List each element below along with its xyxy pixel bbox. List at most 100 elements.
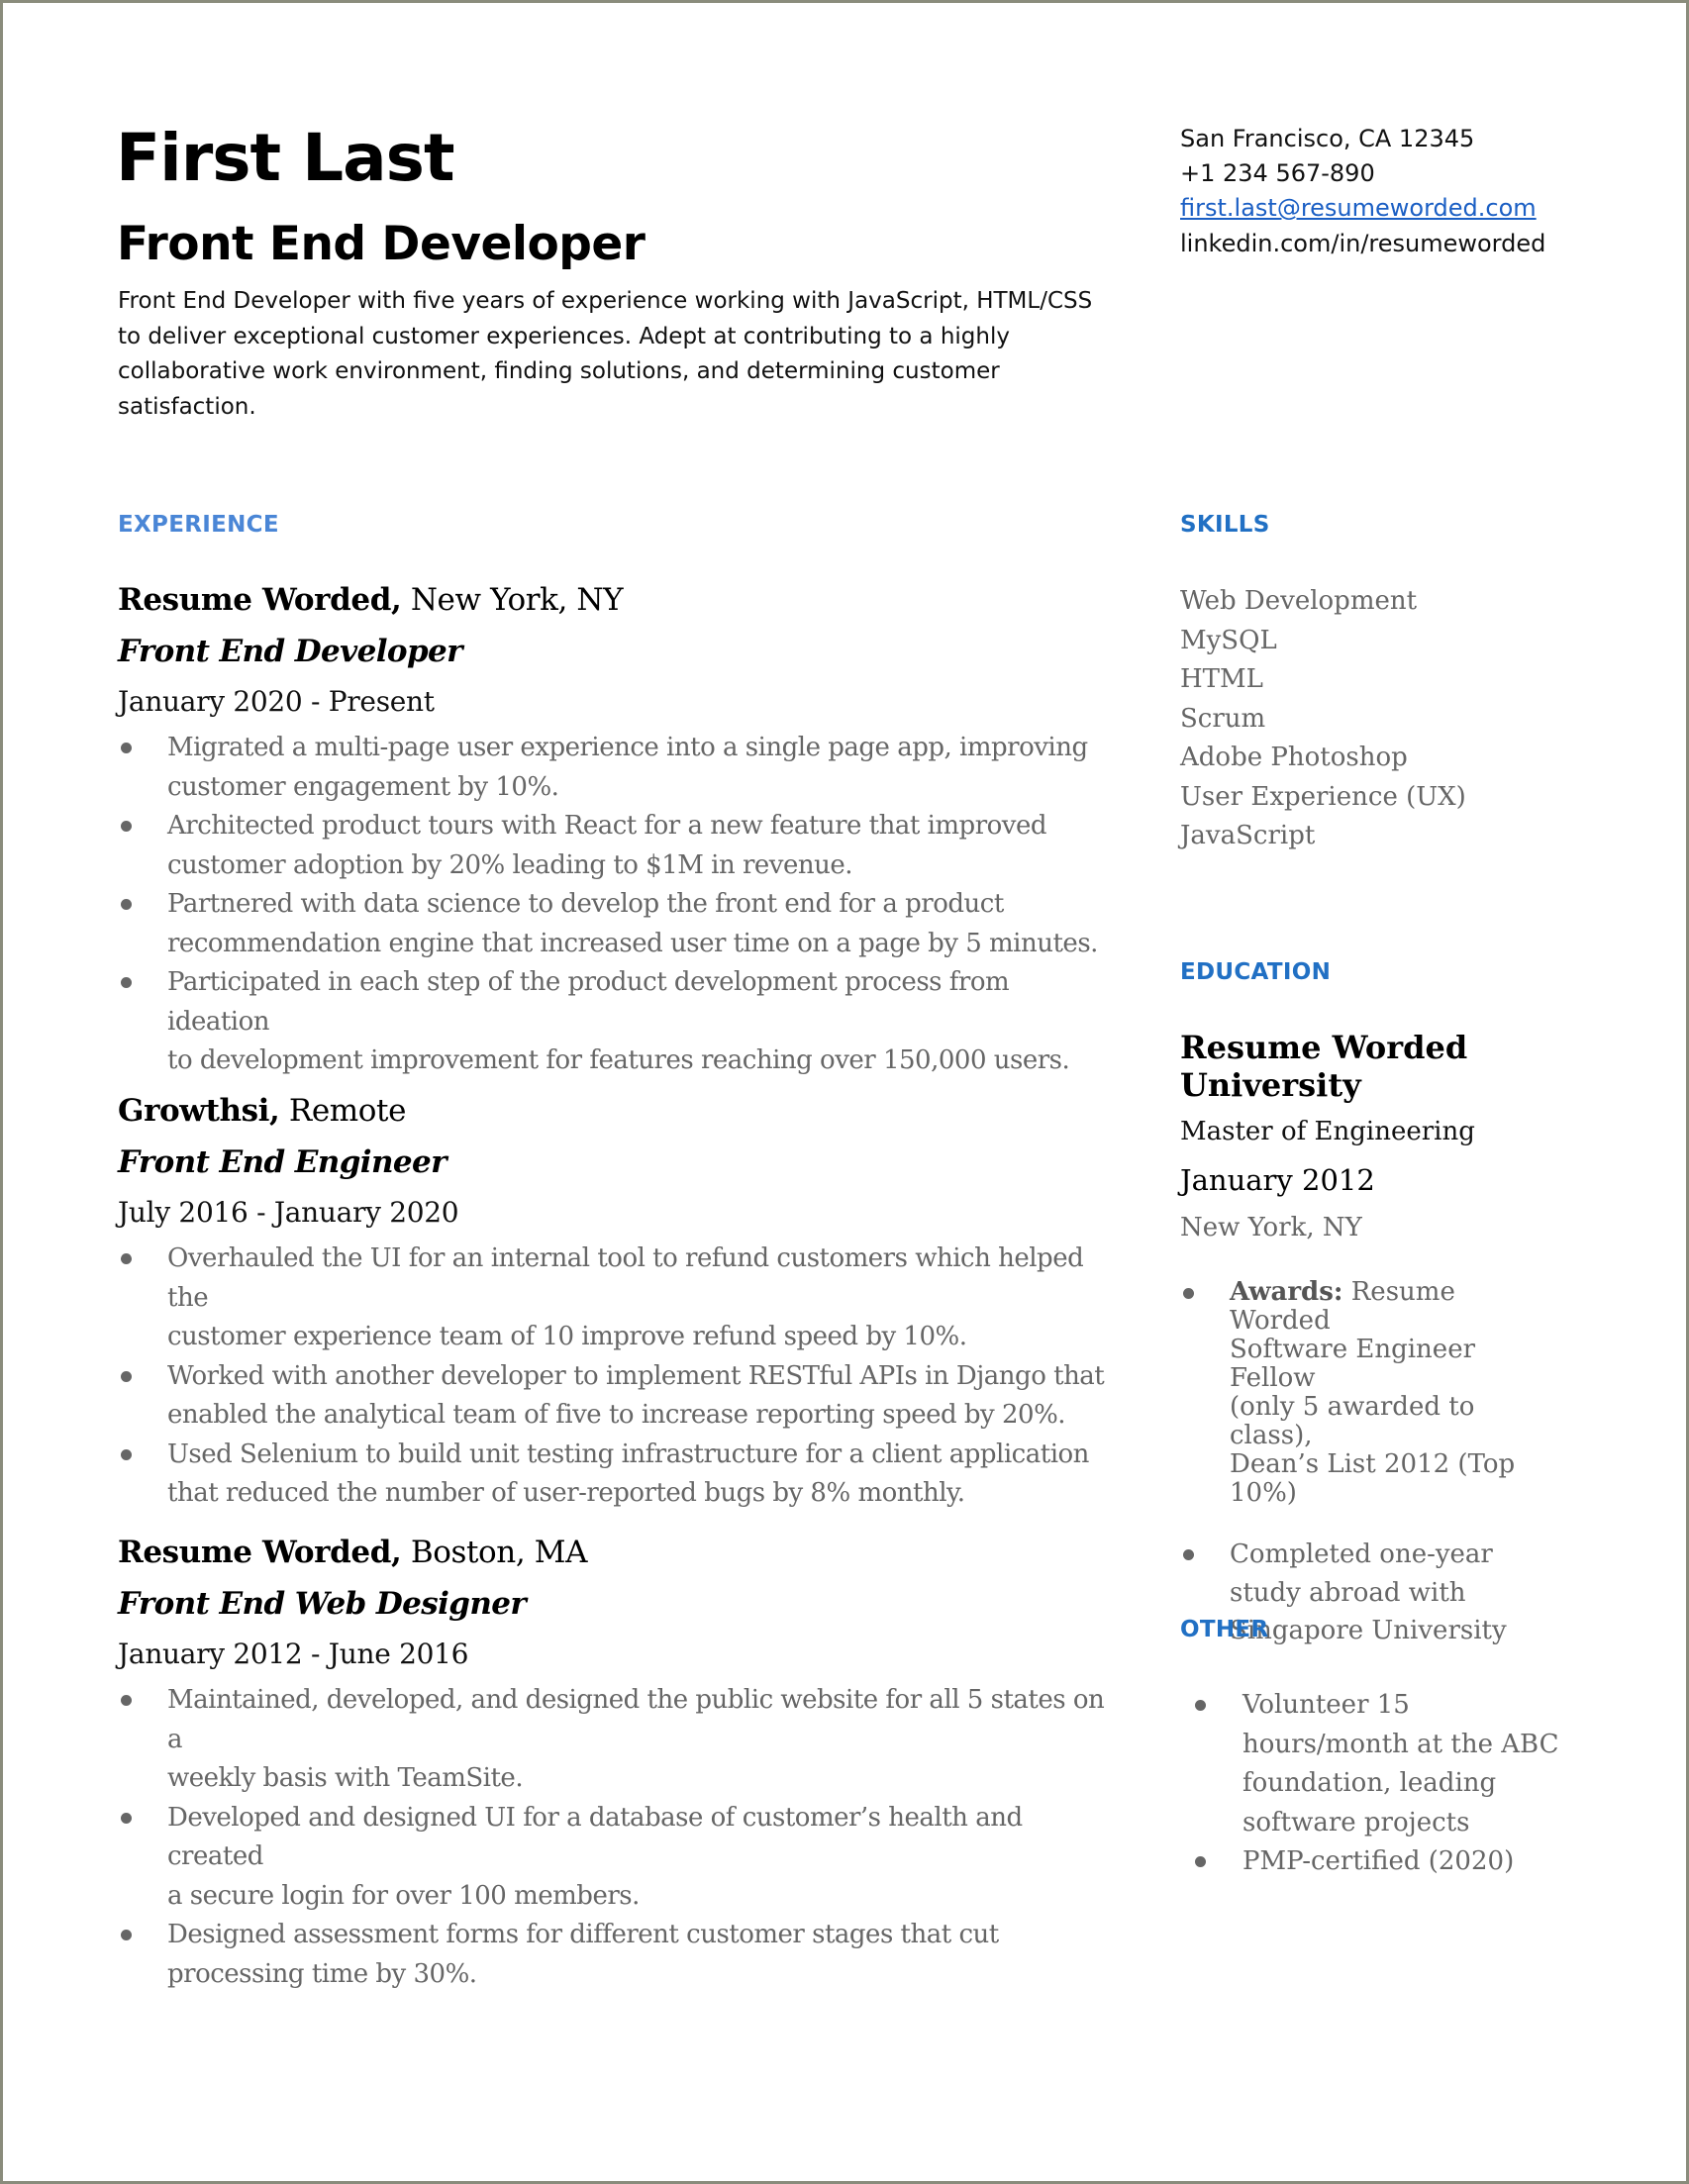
bullet-line: customer engagement by 10%.	[167, 771, 559, 802]
job-bullet: Designed assessment forms for different …	[118, 1916, 1108, 1994]
bullet-icon	[121, 1930, 132, 1940]
job-company-line: Growthsi, Remote	[118, 1093, 1108, 1144]
job-entry: Resume Worded, Boston, MA Front End Web D…	[118, 1535, 1108, 1994]
skill-item: MySQL	[1180, 625, 1277, 655]
bullet-icon	[121, 1812, 132, 1824]
bullet-icon	[121, 1695, 132, 1706]
bullet-line: study abroad with	[1230, 1574, 1556, 1613]
skills-list: Web Development MySQL HTML Scrum Adobe Photo…	[1180, 582, 1466, 856]
job-company: Resume Worded,	[118, 582, 402, 618]
bullet-text: (only 5 awarded to class),	[1230, 1392, 1475, 1450]
job-entry: Growthsi, Remote Front End Engineer July 2…	[118, 1093, 1108, 1514]
bullet-line: Maintained, developed, and designed the …	[167, 1685, 1105, 1754]
bullet-line: Software Engineer Fellow	[1230, 1336, 1556, 1393]
job-bullet: Migrated a multi-page user experience in…	[118, 729, 1108, 807]
bullet-icon	[121, 743, 132, 753]
other-bullet: Volunteer 15 hours/month at the ABC founda…	[1193, 1686, 1569, 1842]
job-dates: January 2012 - June 2016	[118, 1638, 469, 1670]
summary-line: Front End Developer with five years of e…	[118, 288, 1093, 314]
job-location: Boston, MA	[401, 1535, 588, 1570]
candidate-name: First Last	[116, 120, 454, 196]
job-bullet: Participated in each step of the product…	[118, 963, 1108, 1081]
job-dates: July 2016 - January 2020	[118, 1196, 459, 1229]
education-date: January 2012	[1180, 1163, 1375, 1197]
other-bullets: Volunteer 15 hours/month at the ABC founda…	[1193, 1686, 1569, 1882]
bullet-line: Dean’s List 2012 (Top	[1230, 1450, 1556, 1479]
bullet-line: foundation, leading	[1242, 1768, 1497, 1798]
bullet-label: Awards:	[1230, 1277, 1343, 1307]
job-bullet: Maintained, developed, and designed the …	[118, 1681, 1108, 1799]
education-heading: EDUCATION	[1180, 959, 1332, 985]
job-bullet: Overhauled the UI for an internal tool t…	[118, 1240, 1108, 1357]
job-company: Resume Worded,	[118, 1535, 402, 1570]
job-location: Remote	[279, 1093, 407, 1129]
summary-line: to deliver exceptional customer experien…	[118, 323, 1010, 349]
bullet-icon	[1195, 1700, 1206, 1711]
job-company-line: Resume Worded, Boston, MA	[118, 1535, 1108, 1586]
contact-block: San Francisco, CA 12345 +1 234 567-890 f…	[1180, 122, 1545, 261]
job-bullet: Architected product tours with React for…	[118, 807, 1108, 885]
contact-email-link[interactable]: first.last@resumeworded.com	[1180, 194, 1537, 222]
bullet-text: 10%)	[1230, 1478, 1297, 1508]
summary-line: collaborative work environment, finding …	[118, 358, 1000, 384]
job-bullets: Migrated a multi-page user experience in…	[118, 729, 1108, 1081]
bullet-line: software projects	[1242, 1807, 1470, 1837]
job-company-line: Resume Worded, New York, NY	[118, 582, 1108, 634]
other-bullet: PMP-certified (2020)	[1193, 1842, 1569, 1882]
bullet-icon	[121, 821, 132, 832]
bullet-line: Overhauled the UI for an internal tool t…	[167, 1243, 1084, 1313]
job-bullet: Developed and designed UI for a database…	[118, 1799, 1108, 1917]
job-role: Front End Developer	[118, 634, 462, 669]
bullet-line: to development improvement for features …	[167, 1045, 1070, 1075]
bullet-line: Singapore University	[1230, 1612, 1556, 1650]
bullet-text: Singapore University	[1230, 1616, 1507, 1645]
skill-item: Scrum	[1180, 703, 1266, 734]
education-degree: Master of Engineering	[1180, 1117, 1475, 1146]
bullet-line: Developed and designed UI for a database…	[167, 1802, 1023, 1872]
job-dates: January 2020 - Present	[118, 685, 435, 718]
bullet-line: Architected product tours with React for…	[167, 811, 1047, 841]
bullet-icon	[1195, 1856, 1206, 1867]
skill-item: Web Development	[1180, 586, 1418, 616]
job-location: New York, NY	[401, 582, 624, 618]
bullet-line: Migrated a multi-page user experience in…	[167, 733, 1088, 762]
bullet-line: that reduced the number of user-reported…	[167, 1478, 965, 1508]
summary: Front End Developer with five years of e…	[118, 284, 1108, 425]
bullet-line: (only 5 awarded to class),	[1230, 1393, 1556, 1450]
job-bullet: Worked with another developer to impleme…	[118, 1357, 1108, 1436]
contact-linkedin: linkedin.com/in/resumeworded	[1180, 229, 1546, 257]
bullet-line: weekly basis with TeamSite.	[167, 1763, 524, 1793]
bullet-line: Worked with another developer to impleme…	[167, 1360, 1105, 1391]
summary-line: satisfaction.	[118, 393, 256, 420]
skills-heading: SKILLS	[1180, 512, 1270, 538]
skill-item: HTML	[1180, 664, 1263, 694]
bullet-line: Participated in each step of the product…	[167, 967, 1010, 1037]
bullet-line: Volunteer 15	[1242, 1690, 1410, 1720]
job-role: Front End Web Designer	[118, 1586, 527, 1622]
bullet-text: Completed one-year	[1230, 1539, 1493, 1569]
job-role: Front End Engineer	[118, 1144, 447, 1180]
bullet-line: enabled the analytical team of five to i…	[167, 1400, 1066, 1430]
bullet-line: a secure login for over 100 members.	[167, 1880, 640, 1911]
job-bullets: Maintained, developed, and designed the …	[118, 1681, 1108, 1994]
bullet-line: Used Selenium to build unit testing infr…	[167, 1439, 1089, 1469]
bullet-line: 10%)	[1230, 1479, 1556, 1508]
job-bullet: Used Selenium to build unit testing infr…	[118, 1436, 1108, 1514]
job-entry: Resume Worded, New York, NY Front End Dev…	[118, 582, 1108, 1081]
education-location: New York, NY	[1180, 1213, 1362, 1242]
education-bullet: Awards: Resume Worded Software Engineer F…	[1180, 1278, 1556, 1508]
education-bullets: Awards: Resume Worded Software Engineer F…	[1180, 1278, 1556, 1650]
skill-item: User Experience (UX)	[1180, 781, 1466, 812]
bullet-icon	[121, 977, 132, 988]
experience-heading: EXPERIENCE	[118, 512, 279, 538]
bullet-text: study abroad with	[1230, 1577, 1466, 1608]
bullet-line: recommendation engine that increased use…	[167, 928, 1098, 958]
skill-item: JavaScript	[1180, 821, 1316, 850]
contact-phone: +1 234 567-890	[1180, 159, 1375, 188]
job-bullet: Partnered with data science to develop t…	[118, 885, 1108, 963]
bullet-line: Designed assessment forms for different …	[167, 1920, 999, 1949]
other-heading: OTHER	[1180, 1617, 1269, 1642]
bullet-icon	[121, 1253, 132, 1264]
bullet-line: hours/month at the ABC	[1242, 1729, 1559, 1759]
school-line: Resume Worded	[1180, 1029, 1468, 1066]
